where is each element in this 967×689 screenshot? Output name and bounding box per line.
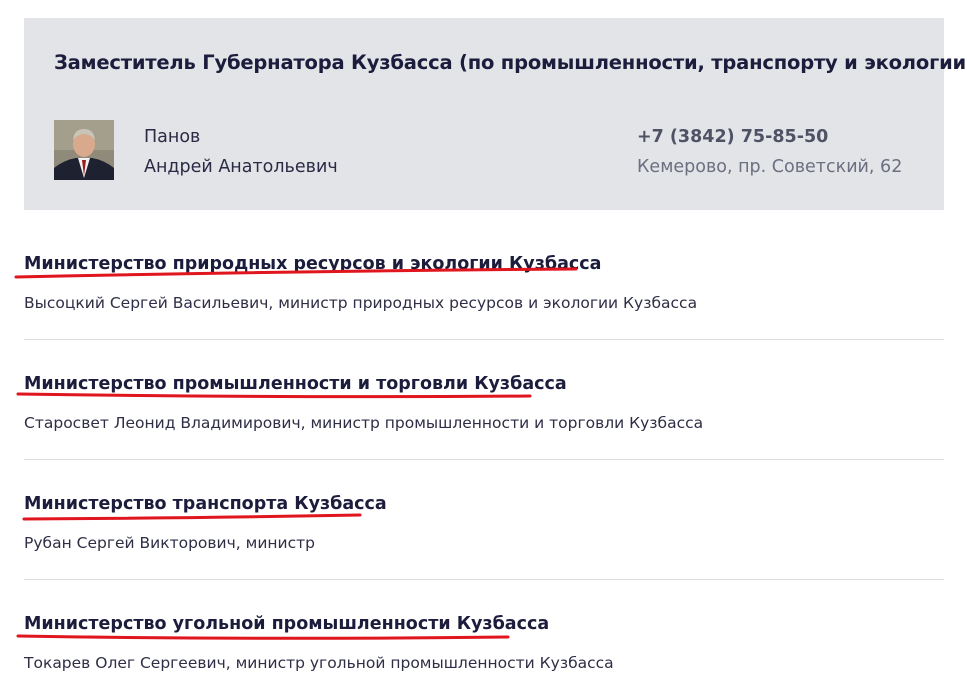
- divider: [24, 579, 944, 580]
- deputy-given-names: Андрей Анатольевич: [144, 157, 338, 177]
- ministry-title-link[interactable]: Министерство природных ресурсов и эколог…: [24, 254, 601, 274]
- ministry-head: Старосвет Леонид Владимирович, министр п…: [24, 414, 704, 432]
- ministry-title-link[interactable]: Министерство угольной промышленности Куз…: [24, 614, 549, 634]
- annotation-underline: [16, 634, 510, 640]
- deputy-surname: Панов: [144, 127, 201, 147]
- deputy-address: Кемерово, пр. Советский, 62: [637, 157, 903, 177]
- ministry-title-link[interactable]: Министерство транспорта Кузбасса: [24, 494, 387, 514]
- ministry-head: Рубан Сергей Викторович, министр: [24, 534, 316, 552]
- deputy-photo: [54, 120, 114, 180]
- annotation-underline: [22, 513, 362, 521]
- deputy-phone-link[interactable]: +7 (3842) 75-85-50: [637, 122, 828, 152]
- ministry-head: Высоцкий Сергей Васильевич, министр прир…: [24, 294, 698, 312]
- annotation-underline: [16, 392, 532, 399]
- divider: [24, 459, 944, 460]
- divider: [24, 339, 944, 340]
- deputy-name: Панов Андрей Анатольевич: [144, 122, 338, 182]
- portrait-image: [54, 120, 114, 180]
- deputy-card: Заместитель Губернатора Кузбасса (по про…: [24, 18, 967, 210]
- ministry-head: Токарев Олег Сергеевич, министр угольной…: [24, 654, 614, 672]
- deputy-title: Заместитель Губернатора Кузбасса (по про…: [54, 51, 967, 74]
- ministry-title-link[interactable]: Министерство промышленности и торговли К…: [24, 374, 567, 394]
